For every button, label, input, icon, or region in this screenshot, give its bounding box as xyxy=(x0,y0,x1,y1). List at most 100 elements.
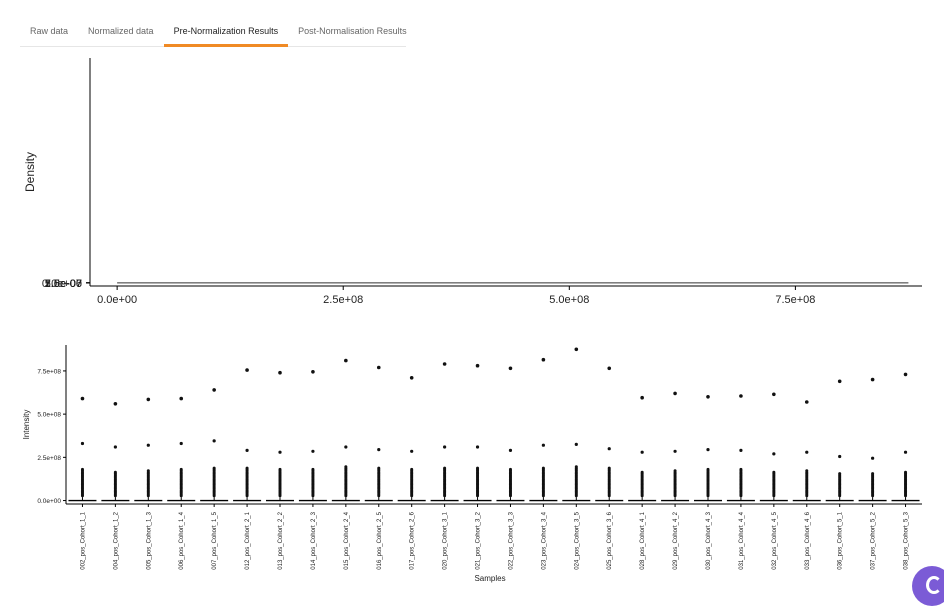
boxplot-outlier-point xyxy=(443,466,447,470)
boxplot-outlier-point xyxy=(311,449,315,453)
boxplot-max-outlier-point xyxy=(409,376,414,380)
boxplot-max-outlier-point xyxy=(508,366,513,371)
boxplot-max-outlier-point xyxy=(278,370,282,375)
boxplot-x-tick-label: 015_pos_Cohort_2_4 xyxy=(344,511,350,569)
boxplot-max-outlier-point xyxy=(442,362,447,366)
boxplot-outlier-point xyxy=(640,470,644,474)
chat-launcher-button[interactable] xyxy=(912,566,944,606)
boxplot-outlier-point xyxy=(805,469,809,473)
boxplot-outlier-point xyxy=(574,442,578,446)
boxplot-outlier-point xyxy=(772,452,776,456)
boxplot-x-tick-label: 017_pos_Cohort_2_6 xyxy=(410,511,416,569)
boxplot-x-tick-label: 022_pos_Cohort_3_3 xyxy=(508,511,514,569)
boxplot-x-tick-label: 013_pos_Cohort_2_2 xyxy=(278,511,284,569)
boxplot-x-tick-label: 030_pos_Cohort_4_3 xyxy=(706,511,712,569)
boxplot-outlier-point xyxy=(838,472,842,476)
boxplot-outlier-point xyxy=(903,450,908,454)
boxplot-x-tick-label: 024_pos_Cohort_3_5 xyxy=(574,511,580,569)
boxplot-outlier-point xyxy=(212,466,216,470)
boxplot-max-outlier-point xyxy=(113,402,118,406)
boxplot-x-tick-label: 005_pos_Cohort_1_3 xyxy=(146,511,152,569)
boxplot-x-axis-title: Samples xyxy=(474,574,505,583)
boxplot-outlier-point xyxy=(113,470,117,474)
boxplot-x-tick-label: 023_pos_Cohort_3_4 xyxy=(541,511,547,569)
boxplot-outlier-point xyxy=(871,472,875,476)
boxplot-max-outlier-point xyxy=(870,377,875,382)
boxplot-outlier-point xyxy=(838,454,842,459)
boxplot-max-outlier-point xyxy=(179,396,184,401)
boxplot-outlier-point xyxy=(871,456,875,460)
boxplot-max-outlier-point xyxy=(673,391,677,396)
boxplot-max-outlier-point xyxy=(541,357,546,362)
boxplot-outlier-point xyxy=(607,447,611,451)
boxplot-outlier-point xyxy=(508,467,512,471)
boxplot-x-tick-label: 038_pos_Cohort_5_3 xyxy=(904,511,910,569)
boxplot-outlier-point xyxy=(179,467,183,471)
boxplot-max-outlier-point xyxy=(376,365,381,370)
boxplot-outlier-point xyxy=(113,445,117,449)
boxplot-x-tick-label: 032_pos_Cohort_4_5 xyxy=(772,511,778,569)
boxplot-max-outlier-point xyxy=(640,395,644,400)
boxplot-outlier-point xyxy=(278,450,282,454)
boxplot-max-outlier-point xyxy=(706,395,710,399)
boxplot-x-tick-label: 029_pos_Cohort_4_2 xyxy=(673,511,679,569)
boxplot-x-tick-label: 012_pos_Cohort_2_1 xyxy=(245,511,251,569)
boxplot-outlier-point xyxy=(179,441,183,446)
boxplot-y-tick-label: 5.0e+08 xyxy=(37,412,61,419)
boxplot-x-tick-label: 002_pos_Cohort_1_1 xyxy=(80,511,86,569)
boxplot-max-outlier-point xyxy=(607,366,612,371)
boxplot-outlier-point xyxy=(344,445,348,449)
boxplot-outlier-point xyxy=(80,467,84,471)
boxplot-y-tick-label: 0.0e+00 xyxy=(37,498,61,505)
boxplot-x-tick-label: 020_pos_Cohort_3_1 xyxy=(443,511,449,569)
boxplot-outlier-point xyxy=(475,445,480,449)
boxplot-max-outlier-point xyxy=(311,370,315,374)
boxplot-outlier-point xyxy=(344,465,348,469)
boxplot-max-outlier-point xyxy=(574,347,579,352)
boxplot-y-tick-label: 7.5e+08 xyxy=(37,368,61,375)
boxplot-outlier-point xyxy=(476,466,480,470)
boxplot-x-tick-label: 004_pos_Cohort_1_2 xyxy=(113,511,119,569)
boxplot-y-axis-title: Intensity xyxy=(22,410,31,440)
boxplot-y-tick-label: 2.5e+08 xyxy=(37,455,61,462)
boxplot-x-tick-label: 006_pos_Cohort_1_4 xyxy=(179,511,185,569)
boxplot-max-outlier-point xyxy=(212,388,216,392)
boxplot-x-tick-label: 021_pos_Cohort_3_2 xyxy=(476,511,482,569)
boxplot-x-tick-label: 028_pos_Cohort_4_1 xyxy=(640,511,646,569)
boxplot-x-tick-label: 036_pos_Cohort_5_1 xyxy=(838,511,844,569)
boxplot-x-tick-label: 033_pos_Cohort_4_6 xyxy=(805,511,811,569)
boxplot-outlier-point xyxy=(706,448,710,452)
boxplot-max-outlier-point xyxy=(739,394,743,398)
boxplot-x-tick-label: 016_pos_Cohort_2_5 xyxy=(377,511,383,569)
boxplot-outlier-point xyxy=(772,470,776,474)
boxplot-outlier-point xyxy=(212,439,216,443)
boxplot-max-outlier-point xyxy=(804,400,809,404)
boxplot-outlier-point xyxy=(146,469,150,473)
boxplot-outlier-point xyxy=(377,466,381,470)
boxplot-outlier-point xyxy=(640,450,644,454)
boxplot-max-outlier-point xyxy=(245,368,249,372)
intensity-boxplot-chart: 0.0e+00 2.5e+08 5.0e+08 7.5e+08 Intensity 002… xyxy=(22,345,922,583)
boxplot-max-outlier-point xyxy=(80,396,85,401)
boxplot-outlier-point xyxy=(805,450,809,454)
boxplot-x-tick-label: 037_pos_Cohort_5_2 xyxy=(871,511,877,569)
boxplot-outlier-point xyxy=(739,448,743,452)
boxplot-x-tick-label: 007_pos_Cohort_1_5 xyxy=(212,511,218,569)
boxplot-x-tick-label: 014_pos_Cohort_2_3 xyxy=(311,511,317,569)
boxplot-outlier-point xyxy=(146,443,150,447)
boxplot-max-outlier-point xyxy=(146,397,151,402)
boxplot-outlier-point xyxy=(541,466,545,470)
boxplot-outlier-point xyxy=(410,467,414,471)
boxplot-outlier-point xyxy=(574,465,578,469)
boxplot-outlier-point xyxy=(508,448,513,452)
boxplot-outlier-point xyxy=(245,466,249,470)
boxplot-x-tick-label: 025_pos_Cohort_3_6 xyxy=(607,511,613,569)
boxplot-max-outlier-point xyxy=(344,358,348,363)
boxplot-outlier-point xyxy=(311,467,315,471)
boxplot-max-outlier-point xyxy=(772,392,776,397)
boxplot-x-tick-label: 031_pos_Cohort_4_4 xyxy=(739,511,745,569)
boxplot-outlier-point xyxy=(410,449,414,453)
boxplot-outlier-point xyxy=(904,470,908,474)
boxplot-outlier-point xyxy=(607,466,611,470)
boxplot-outlier-point xyxy=(443,445,447,449)
